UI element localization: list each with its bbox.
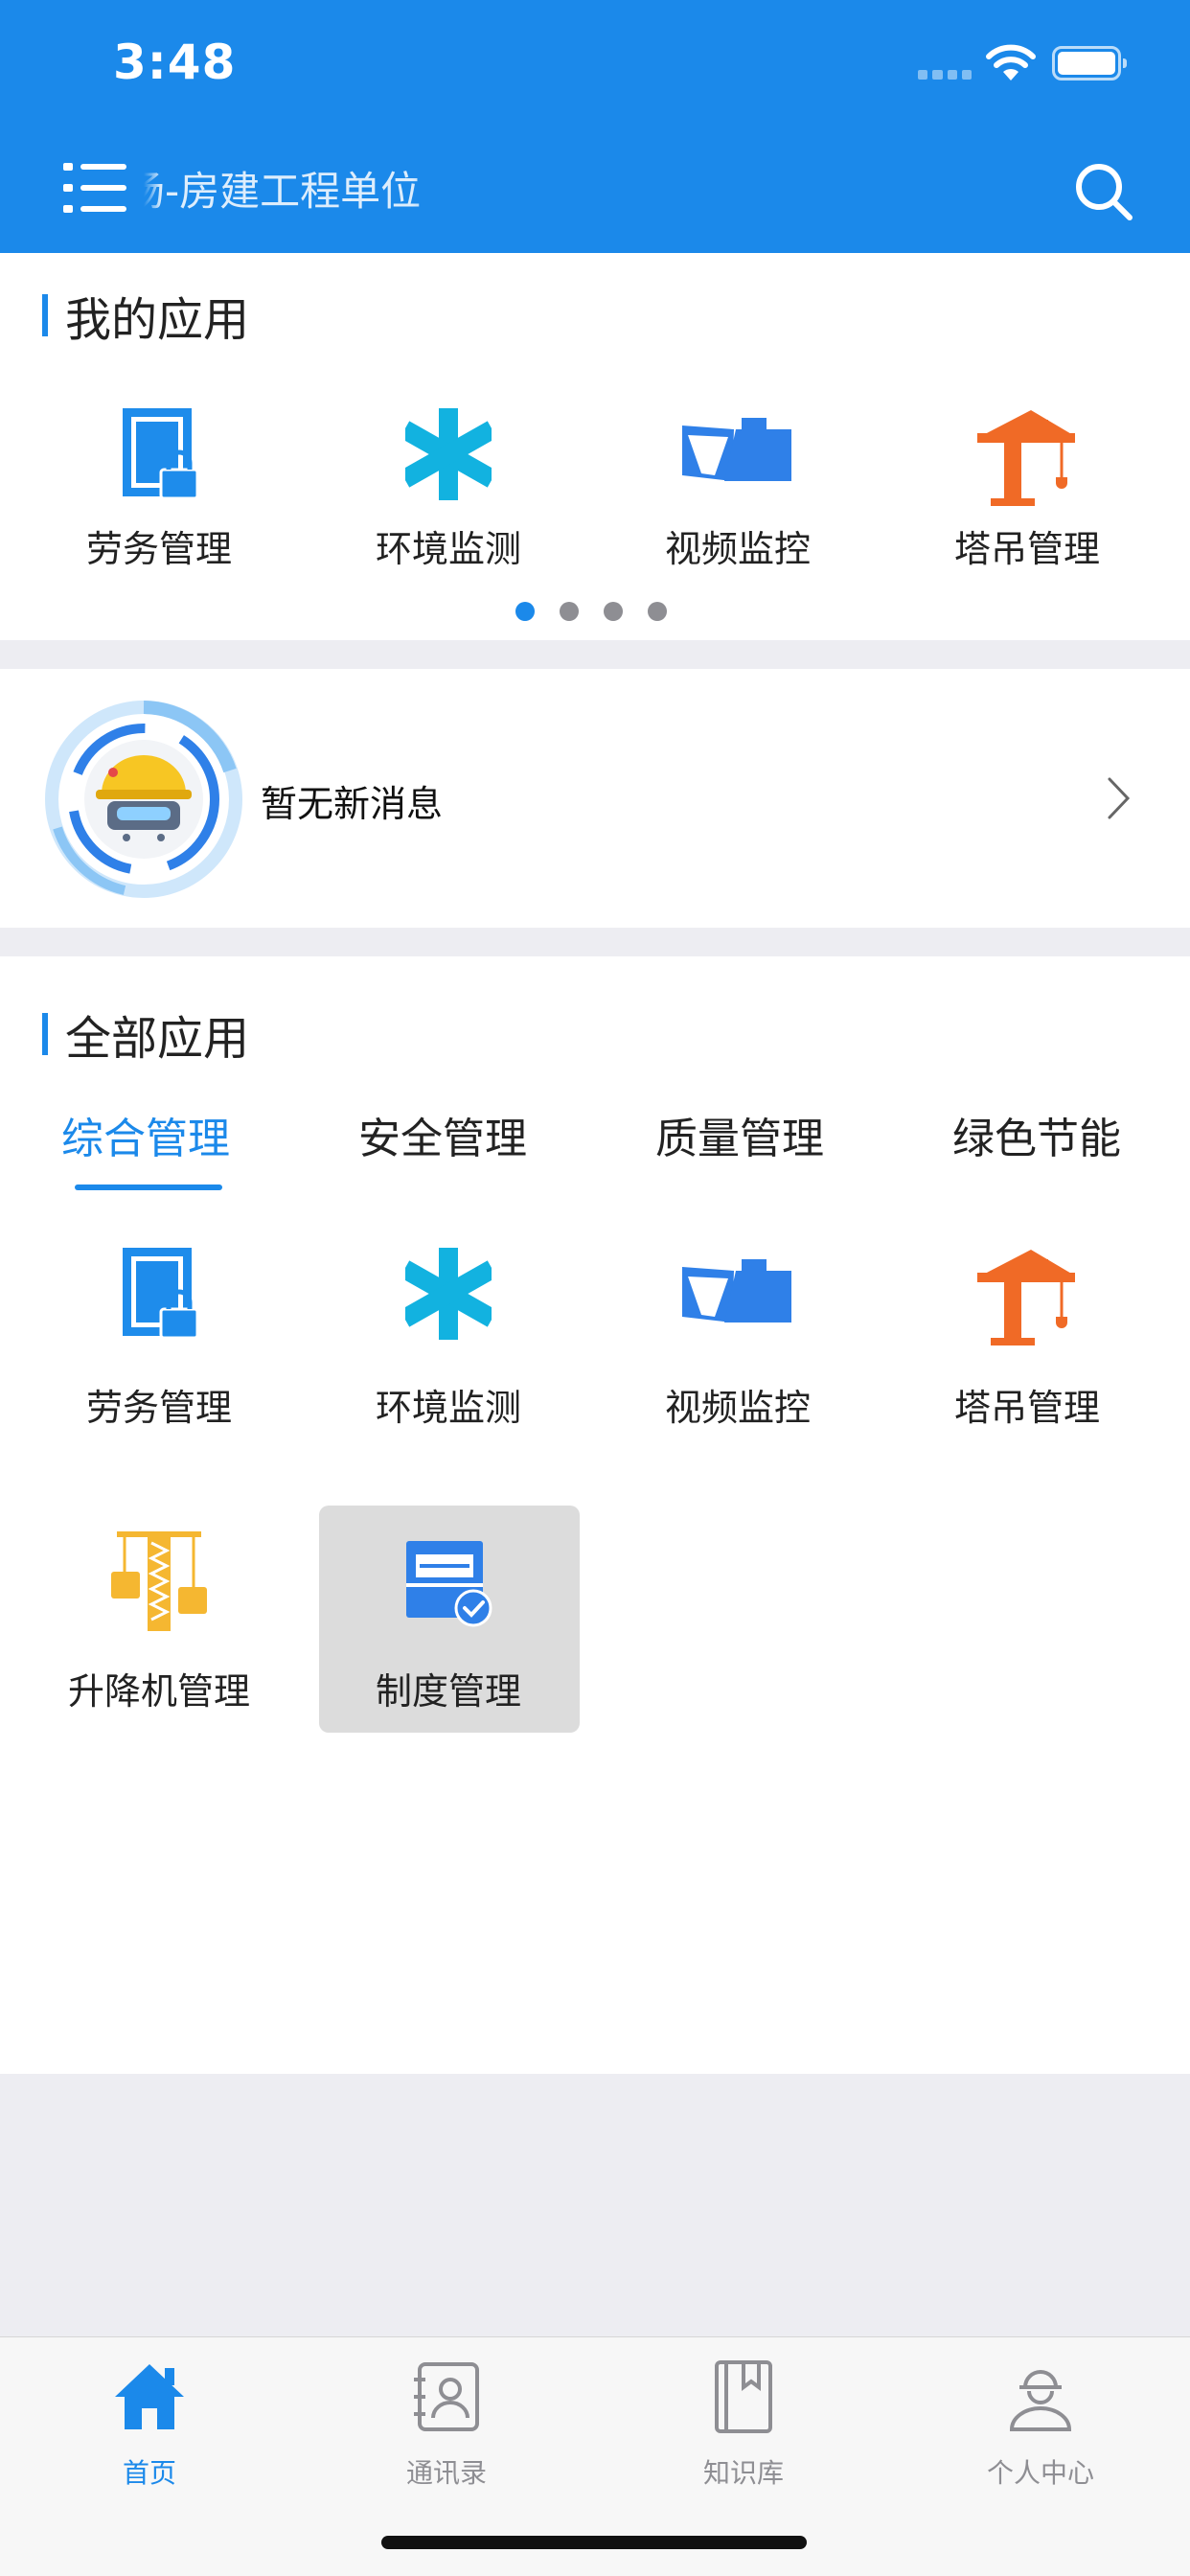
app-environment[interactable]: 环境监测 [305,1246,592,1429]
project-title-text: 场-房建工程单位 [144,168,422,215]
chevron-right-icon [1108,777,1131,819]
home-icon [115,2364,184,2429]
app-elevator[interactable]: 升降机管理 [15,1530,303,1721]
app-label: 劳务管理 [85,528,232,570]
app-label: 视频监控 [664,1387,811,1429]
page-dot[interactable] [648,602,667,621]
app-crane[interactable]: 塔吊管理 [883,1246,1171,1429]
tab-home[interactable]: 首页 [34,2358,264,2491]
all-apps-title: 全部应用 [65,1012,250,1066]
tab-safety[interactable]: 安全管理 [358,1104,527,1165]
app-label: 环境监测 [375,1387,521,1429]
asterisk-icon [405,1248,492,1340]
tab-knowledge[interactable]: 知识库 [629,2358,858,2491]
battery-icon [1052,46,1127,80]
app-policy[interactable]: 制度管理 [305,1530,592,1721]
app-video[interactable]: 视频监控 [594,1246,881,1429]
tower-crane-icon [977,410,1075,506]
tab-green-energy[interactable]: 绿色节能 [952,1104,1121,1165]
page-dot[interactable] [560,602,579,621]
app-label: 塔吊管理 [953,1387,1100,1429]
status-time: 3:48 [113,34,237,90]
tab-label: 通讯录 [405,2457,487,2489]
asterisk-icon [405,408,492,500]
header-bar: 3:48 场-房建工程单位 [0,0,1190,253]
my-apps-title: 我的应用 [65,293,250,347]
page-dot[interactable] [515,602,535,621]
all-apps-heading: 全部应用 [42,1000,249,1068]
tab-contacts[interactable]: 通讯录 [332,2358,561,2491]
active-tab-underline [75,1184,222,1190]
my-apps-section: 我的应用 劳务管理 环境监测 视频监控 塔吊管理 [0,253,1190,640]
app-label: 劳务管理 [85,1387,232,1429]
contacts-icon [414,2362,479,2431]
tower-crane-icon [977,1250,1075,1346]
tab-label: 知识库 [702,2457,784,2489]
worker-profile-icon [1009,2370,1072,2431]
tab-profile[interactable]: 个人中心 [926,2358,1156,2491]
app-label: 塔吊管理 [953,528,1100,570]
tab-label: 个人中心 [986,2457,1094,2489]
app-label: 制度管理 [375,1670,521,1713]
app-labor[interactable]: 劳务管理 [15,406,303,570]
app-label: 视频监控 [664,528,811,570]
app-environment[interactable]: 环境监测 [305,406,592,570]
robot-helmet-icon [45,701,242,898]
labor-door-lock-icon [123,408,199,500]
search-icon[interactable] [1073,161,1134,222]
app-label: 升降机管理 [67,1670,250,1713]
message-banner[interactable]: 暂无新消息 [0,669,1190,928]
cellular-signal-icon [918,70,972,80]
app-crane[interactable]: 塔吊管理 [883,406,1171,570]
tab-label: 首页 [122,2457,176,2489]
page-indicator[interactable] [515,602,667,621]
list-menu-icon[interactable] [63,161,126,215]
video-camera-icon [682,1259,791,1322]
app-labor[interactable]: 劳务管理 [15,1246,303,1429]
project-title[interactable]: 场-房建工程单位 [144,165,460,218]
message-text: 暂无新消息 [261,783,444,825]
policy-folder-icon [406,1541,492,1627]
page-dot[interactable] [604,602,623,621]
labor-door-lock-icon [123,1248,199,1340]
home-indicator [381,2536,807,2549]
book-icon [715,2360,772,2433]
app-label: 环境监测 [375,528,521,570]
my-apps-heading: 我的应用 [42,282,249,349]
elevator-icon [111,1531,207,1631]
wifi-icon [986,44,1036,80]
app-video[interactable]: 视频监控 [594,406,881,570]
tab-quality[interactable]: 质量管理 [655,1104,824,1165]
tab-general[interactable]: 综合管理 [61,1104,230,1165]
video-camera-icon [682,418,791,481]
